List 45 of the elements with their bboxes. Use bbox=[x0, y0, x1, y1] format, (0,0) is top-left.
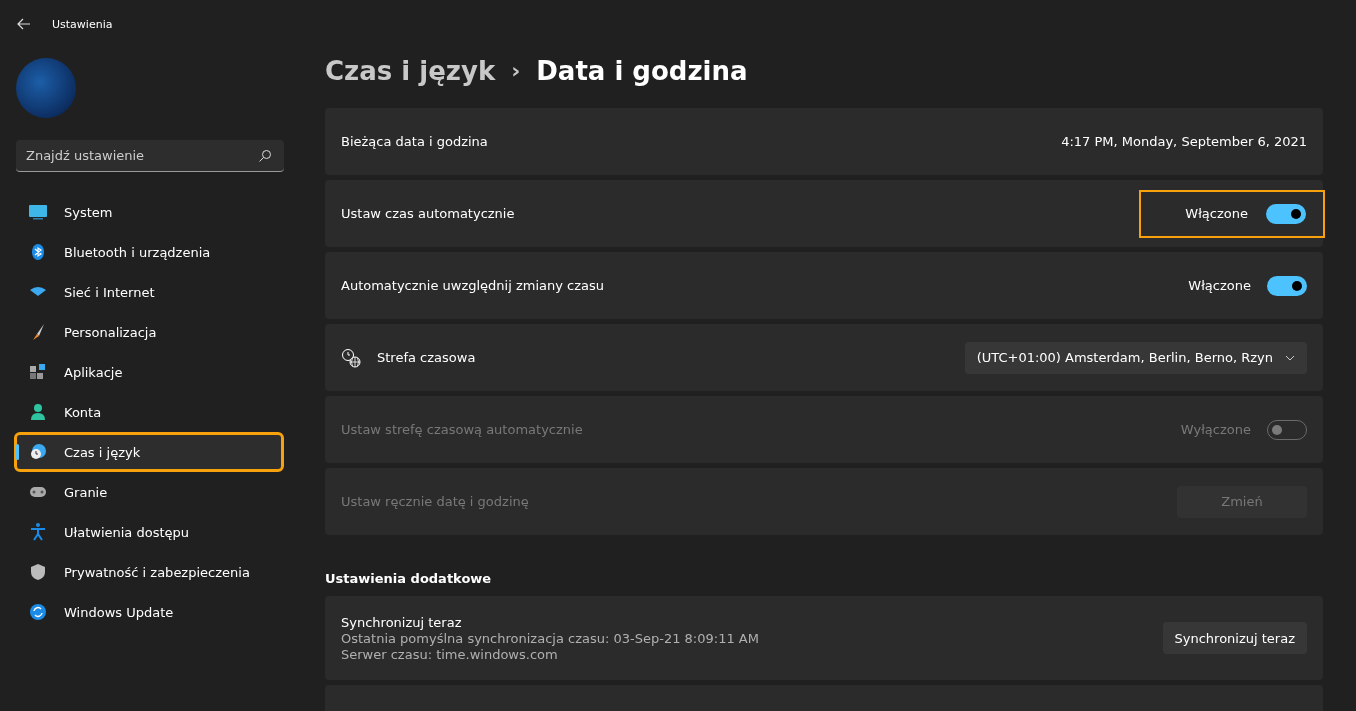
toggle-switch[interactable] bbox=[1266, 203, 1306, 224]
sidebar-item[interactable]: Czas i język bbox=[16, 434, 282, 470]
date-time-value: 4:17 PM, Monday, September 6, 2021 bbox=[1061, 134, 1307, 149]
window-title: Ustawienia bbox=[52, 17, 113, 31]
setting-label: Bieżąca data i godzina bbox=[341, 134, 489, 149]
setting-label: Synchronizuj teraz bbox=[341, 614, 463, 630]
search-field[interactable]: Znajdź ustawienie bbox=[16, 140, 284, 172]
category-icon bbox=[28, 202, 48, 222]
profile-picture bbox=[16, 58, 76, 118]
sidebar-item[interactable]: Ułatwienia dostępu bbox=[16, 514, 282, 550]
category-icon bbox=[28, 602, 48, 622]
setting-label: Automatycznie uwzględnij zmiany czasu bbox=[341, 278, 606, 293]
toggle-switch[interactable] bbox=[1267, 275, 1307, 296]
time-server-text: Serwer czasu: time.windows.com bbox=[341, 646, 559, 662]
category-icon bbox=[28, 562, 48, 582]
category-icon bbox=[28, 522, 48, 542]
sidebar-item[interactable]: Windows Update bbox=[16, 594, 282, 630]
clock-globe-icon bbox=[341, 347, 361, 368]
toggle-state-label: Włączone bbox=[1185, 206, 1248, 221]
category-icon bbox=[28, 402, 48, 422]
sidebar-item[interactable]: Personalizacja bbox=[16, 314, 282, 350]
sidebar-item[interactable]: Prywatność i zabezpieczenia bbox=[16, 554, 282, 590]
sidebar-item[interactable]: Konta bbox=[16, 394, 282, 430]
toggle-state-label: Włączone bbox=[1188, 278, 1251, 293]
breadcrumb-separator: › bbox=[511, 57, 521, 85]
setting-label: Ustaw strefę czasową automatycznie bbox=[341, 422, 584, 437]
search-icon bbox=[258, 149, 272, 163]
setting-label: Strefa czasowa bbox=[377, 350, 477, 365]
page-title: Data i godzina bbox=[536, 55, 748, 88]
sidebar-item[interactable]: Granie bbox=[16, 474, 282, 510]
category-icon bbox=[28, 442, 48, 462]
setting-label: Ustaw czas automatycznie bbox=[341, 206, 516, 221]
sidebar-item[interactable]: Bluetooth i urządzenia bbox=[16, 234, 282, 270]
sidebar-item[interactable]: System bbox=[16, 194, 282, 230]
section-heading: Ustawienia dodatkowe bbox=[325, 571, 493, 586]
sidebar-item[interactable]: Sieć i Internet bbox=[16, 274, 282, 310]
breadcrumb-parent[interactable]: Czas i język bbox=[325, 52, 496, 90]
sync-now-button[interactable]: Synchronizuj teraz bbox=[1162, 622, 1307, 654]
setting-label: Ustaw ręcznie datę i godzinę bbox=[341, 494, 530, 509]
back-arrow-icon[interactable] bbox=[16, 16, 32, 32]
category-icon bbox=[28, 362, 48, 382]
time-zone-dropdown[interactable]: (UTC+01:00) Amsterdam, Berlin, Berno, Rzyn bbox=[964, 341, 1307, 374]
last-sync-text: Ostatnia pomyślna synchronizacja czasu: 03-Sep-21 8:09:11 AM bbox=[341, 630, 760, 646]
sidebar-item[interactable]: Aplikacje bbox=[16, 354, 282, 390]
toggle-state-label: Wyłączone bbox=[1180, 422, 1251, 437]
